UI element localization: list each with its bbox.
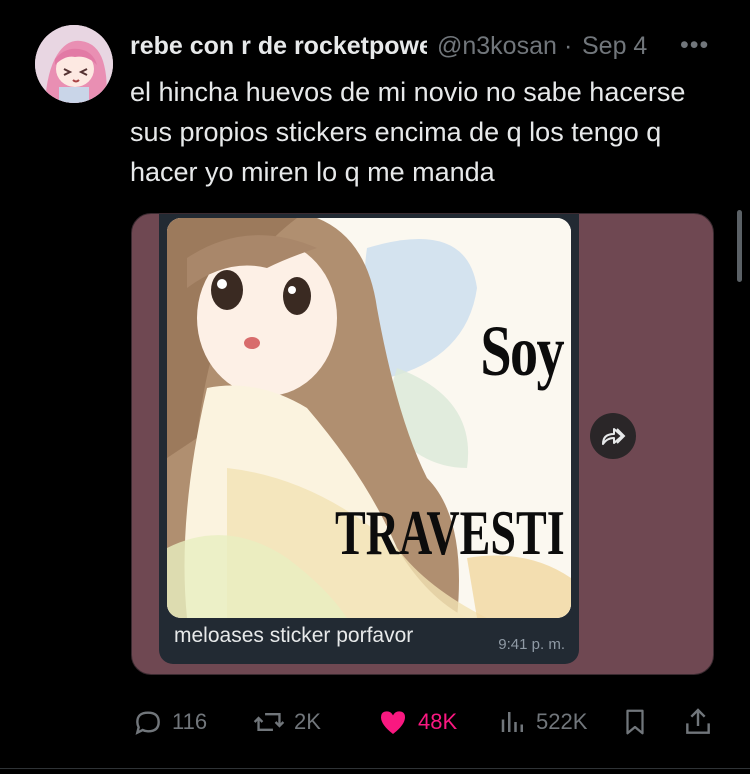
tweet-actions: 116 2K 48K 522K: [130, 700, 720, 744]
views-icon: [501, 712, 523, 732]
forward-icon[interactable]: [590, 413, 636, 459]
author-name[interactable]: rebe con r de rocketpower: [130, 30, 427, 62]
tweet-header: rebe con r de rocketpower @n3kosan · Sep…: [130, 30, 720, 64]
avatar-image: [35, 25, 113, 103]
like-button[interactable]: 48K: [376, 700, 457, 744]
bookmark-icon: [626, 709, 644, 735]
repost-button[interactable]: 2K: [252, 700, 321, 744]
sticker-text-top: Soy: [480, 311, 564, 391]
views-button[interactable]: 522K: [498, 700, 587, 744]
bookmark-button[interactable]: [620, 700, 650, 744]
reply-button[interactable]: 116: [132, 700, 207, 744]
tweet-date[interactable]: Sep 4: [582, 30, 647, 62]
header-separator: ·: [564, 32, 573, 60]
tweet-media[interactable]: Soy TRAVESTI meloases sticker porfavor 9…: [131, 213, 714, 675]
share-icon: [686, 708, 710, 734]
tweet-text: el hincha huevos de mi novio no sabe hac…: [130, 77, 686, 187]
sticker-text-bottom: TRAVESTI: [335, 497, 565, 568]
message-time: 9:41 p. m.: [498, 636, 565, 653]
heart-icon: [381, 711, 405, 734]
message-caption: meloases sticker porfavor: [174, 624, 414, 647]
chat-message-bubble: Soy TRAVESTI meloases sticker porfavor 9…: [159, 214, 579, 664]
reply-count: 116: [172, 709, 208, 734]
more-options-icon[interactable]: •••: [680, 30, 709, 60]
reply-icon: [135, 711, 160, 735]
tweet-divider: [0, 768, 750, 769]
sticker-image: Soy TRAVESTI: [167, 218, 571, 618]
scrollbar[interactable]: [737, 210, 742, 282]
share-button[interactable]: [682, 700, 714, 744]
like-count: 48K: [418, 709, 458, 734]
repost-count: 2K: [294, 709, 321, 734]
views-count: 522K: [536, 709, 588, 734]
author-handle[interactable]: @n3kosan: [437, 30, 562, 62]
repost-icon: [253, 712, 285, 732]
author-avatar[interactable]: [35, 25, 113, 103]
